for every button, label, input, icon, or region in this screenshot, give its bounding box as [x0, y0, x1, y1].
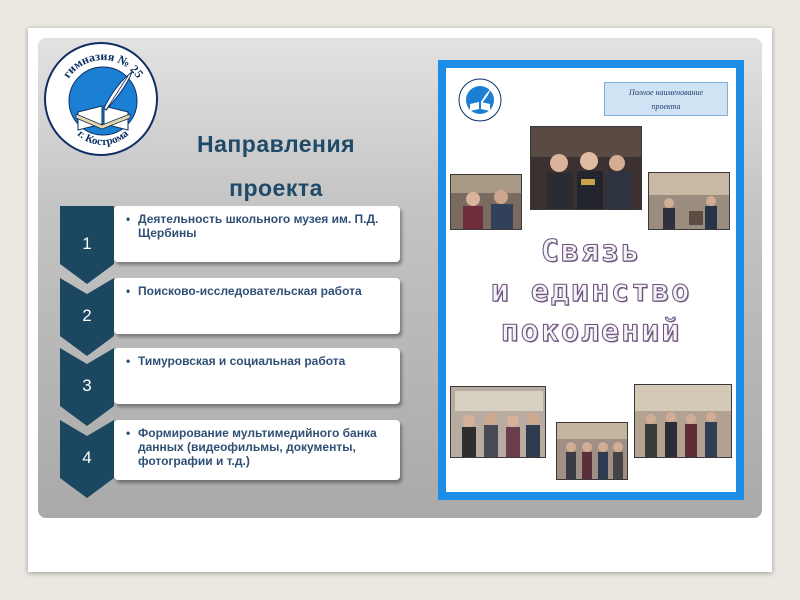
- step-text-box: Поисково-исследовательская работа: [114, 278, 400, 334]
- poster-logo-icon: [458, 78, 502, 122]
- project-poster: Полное наименование проекта Связь и един…: [438, 60, 744, 500]
- step-3: 3 Тимуровская и социальная работа: [60, 348, 400, 426]
- step-number: 1: [82, 234, 92, 253]
- step-text-box: Тимуровская и социальная работа: [114, 348, 400, 404]
- photo-hall: [648, 172, 730, 230]
- step-number-chevron: 4: [60, 420, 116, 500]
- photo-group-hall: [556, 422, 628, 480]
- step-number: 2: [82, 306, 92, 325]
- photo-award: [450, 174, 522, 230]
- title-line-2: проекта: [229, 175, 323, 201]
- poster-header: Полное наименование проекта: [604, 82, 728, 116]
- step-4: 4 Формирование мультимедийного банка дан…: [60, 420, 400, 498]
- poster-header-line-2: проекта: [651, 102, 681, 111]
- photo-veterans: [530, 126, 642, 210]
- title-line-1: Направления: [196, 131, 356, 157]
- content-panel: гимназия № 25 г. Кострома Направления пр…: [38, 38, 762, 518]
- poster-text-line-3: поколений: [500, 314, 682, 350]
- poster-text-line-2: и единство: [490, 274, 692, 310]
- poster-inner: Полное наименование проекта Связь и един…: [446, 68, 736, 492]
- poster-header-line-1: Полное наименование: [628, 88, 704, 97]
- step-number: 4: [82, 448, 92, 467]
- logo-emblem: гимназия № 25 г. Кострома: [60, 49, 147, 148]
- step-number-chevron: 2: [60, 278, 116, 358]
- photo-stage: [634, 384, 732, 458]
- poster-text-line-1: Связь: [540, 234, 642, 270]
- step-1: 1 Деятельность школьного музея им. П.Д. …: [60, 206, 400, 284]
- step-number-chevron: 1: [60, 206, 116, 286]
- step-2: 2 Поисково-исследовательская работа: [60, 278, 400, 356]
- photo-group-museum: [450, 386, 546, 458]
- step-number-chevron: 3: [60, 348, 116, 428]
- step-number: 3: [82, 376, 92, 395]
- slide: гимназия № 25 г. Кострома Направления пр…: [28, 28, 772, 572]
- school-logo: гимназия № 25 г. Кострома: [44, 42, 158, 156]
- step-text-box: Деятельность школьного музея им. П.Д. Ще…: [114, 206, 400, 262]
- step-text-box: Формирование мультимедийного банка данны…: [114, 420, 400, 480]
- page-title: Направления проекта: [156, 122, 396, 210]
